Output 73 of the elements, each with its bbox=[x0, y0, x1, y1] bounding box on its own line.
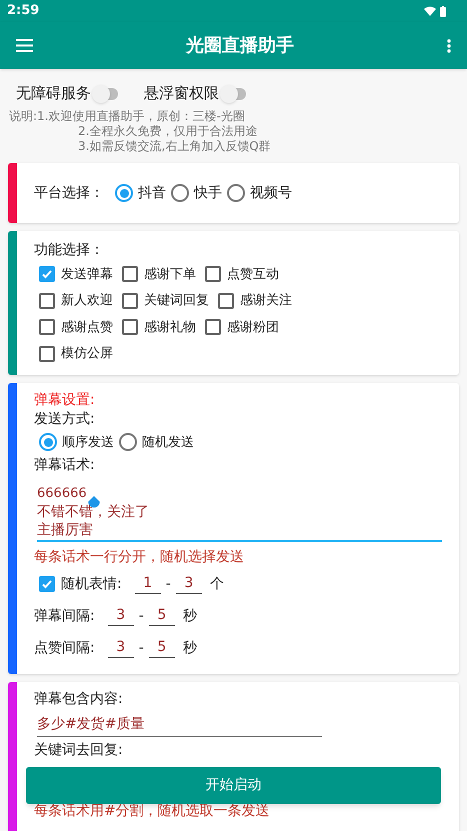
number-field[interactable]: 3 bbox=[108, 606, 134, 626]
function-label: 功能选择： bbox=[34, 241, 105, 260]
toggle-label: 悬浮窗权限 bbox=[144, 83, 219, 104]
radio-button[interactable] bbox=[119, 433, 137, 451]
unit-text: 秒 bbox=[182, 638, 197, 658]
app-title: 光圈直播助手 bbox=[184, 34, 295, 58]
radio-label[interactable]: 随机发送 bbox=[142, 432, 194, 452]
checkbox-label[interactable]: 感谢礼物 bbox=[144, 318, 196, 337]
radio-label[interactable]: 快手 bbox=[194, 182, 222, 204]
radio-label[interactable]: 顺序发送 bbox=[62, 432, 114, 452]
note-text: 2.全程永久免费，仅用于合法用途 bbox=[78, 124, 258, 138]
interval-label: 点赞间隔: bbox=[34, 638, 95, 658]
reply-label: 关键词去回复: bbox=[34, 741, 124, 760]
checkbox-label[interactable]: 发送弹幕 bbox=[61, 264, 113, 284]
checkbox-label[interactable]: 感谢粉团 bbox=[227, 318, 279, 337]
radio-label[interactable]: 视频号 bbox=[250, 182, 292, 204]
toggle-label: 无障碍服务 bbox=[16, 83, 91, 104]
number-field[interactable]: 5 bbox=[148, 606, 175, 626]
checkbox[interactable] bbox=[39, 319, 55, 336]
radio-label[interactable]: 抖音 bbox=[138, 182, 166, 204]
range-dash: - bbox=[166, 574, 171, 594]
more-options-icon[interactable] bbox=[447, 38, 451, 52]
wifi-icon bbox=[424, 6, 436, 16]
number-field[interactable]: 1 bbox=[134, 574, 161, 594]
radio-button[interactable] bbox=[115, 184, 133, 202]
number-field[interactable]: 5 bbox=[148, 638, 175, 658]
checkbox-label[interactable]: 新人欢迎 bbox=[61, 291, 113, 310]
checkbox[interactable] bbox=[122, 292, 138, 309]
radio-button[interactable] bbox=[39, 433, 57, 451]
checkbox[interactable] bbox=[39, 576, 55, 592]
checkbox-label[interactable]: 模仿公屏 bbox=[61, 344, 113, 364]
checkbox[interactable] bbox=[122, 266, 138, 282]
checkbox[interactable] bbox=[39, 292, 55, 309]
toggle-switch[interactable] bbox=[92, 84, 120, 102]
checkbox-label[interactable]: 感谢点赞 bbox=[61, 318, 113, 337]
contains-field[interactable]: 多少#发货#质量 bbox=[37, 715, 322, 737]
interval-label: 弹幕间隔: bbox=[34, 606, 95, 626]
checkbox[interactable] bbox=[39, 346, 55, 362]
hint-text: 每条话术一行分开，随机选择发送 bbox=[34, 548, 245, 567]
checkbox[interactable] bbox=[205, 266, 221, 282]
number-field[interactable]: 3 bbox=[108, 638, 134, 658]
send-mode-label: 发送方式: bbox=[34, 410, 96, 429]
checkbox-label[interactable]: 感谢关注 bbox=[240, 291, 292, 310]
start-button[interactable]: 开始启动 bbox=[26, 767, 441, 804]
checkbox[interactable] bbox=[218, 292, 234, 309]
script-textarea[interactable]: 666666 不错不错，关注了 主播厉害 bbox=[37, 485, 442, 542]
platform-label: 平台选择： bbox=[34, 184, 104, 202]
toggle-switch[interactable] bbox=[220, 84, 248, 102]
range-dash: - bbox=[138, 638, 144, 658]
check-icon bbox=[41, 578, 53, 590]
note-text: 3.如需反馈交流,右上角加入反馈Q群 bbox=[78, 139, 271, 153]
battery-icon bbox=[440, 6, 446, 16]
range-dash: - bbox=[138, 606, 144, 626]
contains-label: 弹幕包含内容: bbox=[34, 690, 124, 709]
number-field[interactable]: 3 bbox=[176, 574, 202, 594]
checkbox-label[interactable]: 点赞互动 bbox=[227, 264, 279, 284]
checkbox-label[interactable]: 关键词回复 bbox=[144, 291, 209, 310]
checkbox[interactable] bbox=[39, 266, 55, 282]
radio-button[interactable] bbox=[227, 184, 245, 202]
checkbox-label[interactable]: 感谢下单 bbox=[144, 264, 196, 284]
status-time: 2:59 bbox=[7, 2, 40, 20]
checkbox[interactable] bbox=[122, 319, 138, 336]
check-icon bbox=[41, 268, 53, 280]
hint-text: 每条话术用#分割，随机选取一条发送 bbox=[34, 802, 271, 821]
section-title: 弹幕设置: bbox=[34, 391, 96, 410]
unit-text: 秒 bbox=[182, 606, 197, 626]
radio-button[interactable] bbox=[171, 184, 189, 202]
unit-text: 个 bbox=[210, 574, 224, 594]
menu-icon[interactable] bbox=[16, 39, 33, 52]
checkbox[interactable] bbox=[205, 319, 221, 336]
note-text: 说明:1.欢迎使用直播助手，原创：三楼-光圈 bbox=[9, 109, 245, 123]
script-label: 弹幕话术: bbox=[34, 456, 96, 475]
emoji-label: 随机表情: bbox=[61, 574, 122, 594]
